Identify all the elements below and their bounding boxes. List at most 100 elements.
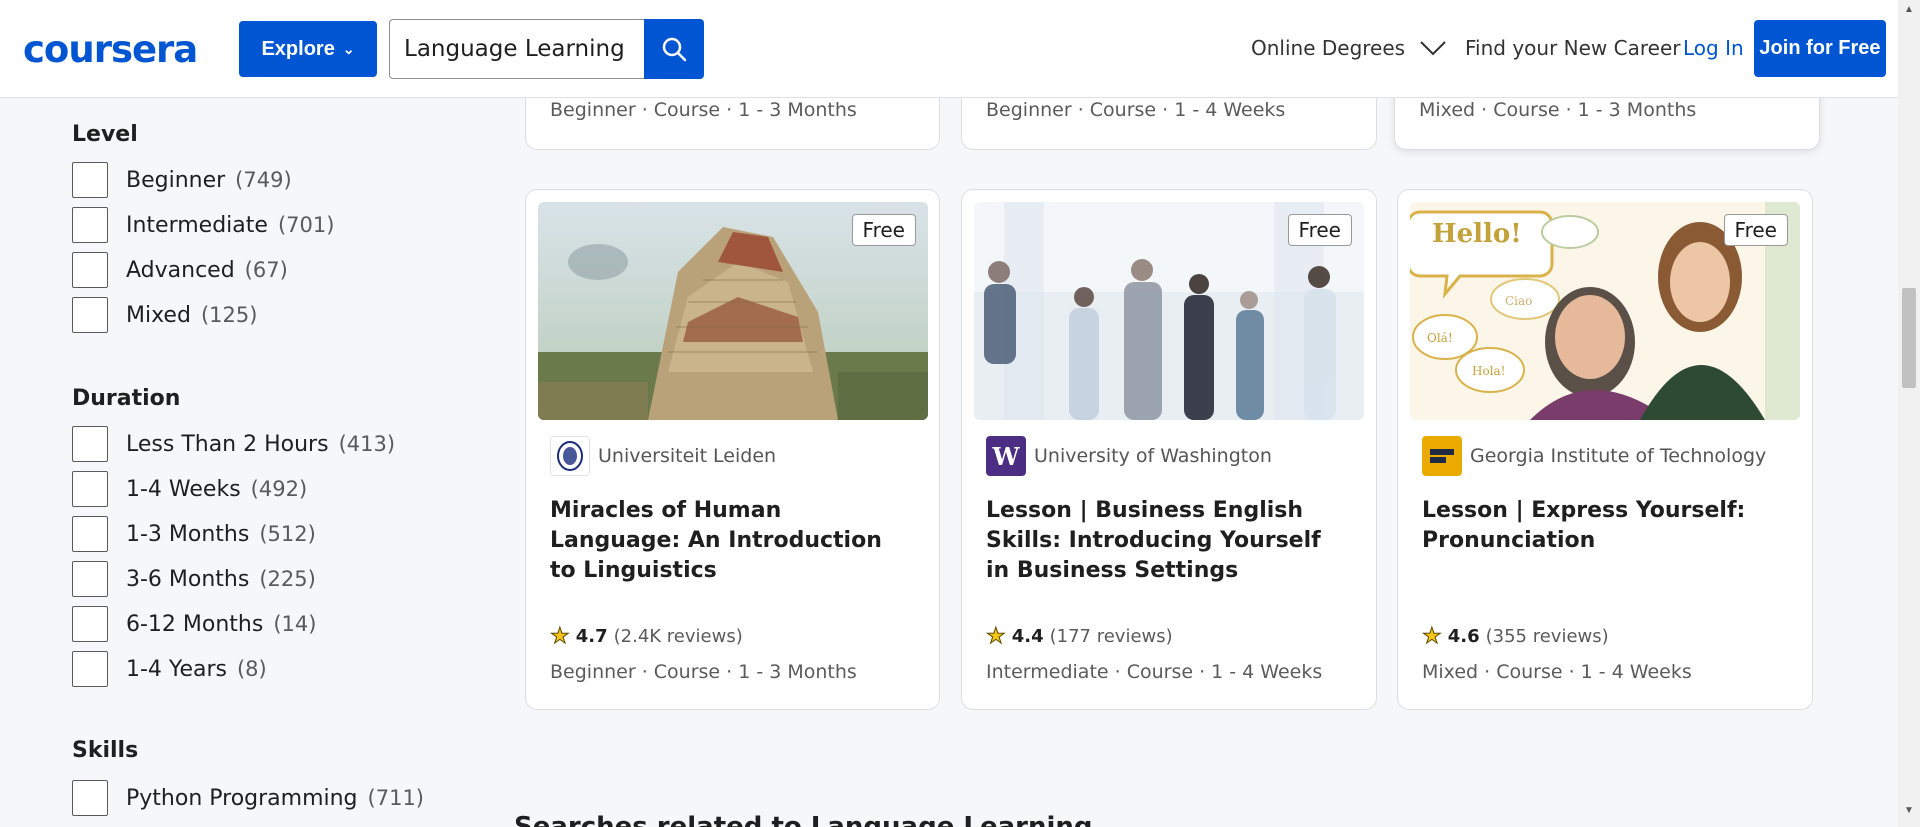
filter-label: Python Programming xyxy=(126,785,358,811)
filter-option[interactable]: Beginner (749) xyxy=(72,162,292,198)
filter-label: 1-3 Months xyxy=(126,521,250,547)
course-title[interactable]: Miracles of Human Language: An Introduct… xyxy=(550,496,900,586)
filter-count: (492) xyxy=(250,477,308,501)
star-icon: ★ xyxy=(550,624,571,650)
rating: ★ 4.7 (2.4K reviews) xyxy=(550,624,743,650)
review-count: (177 reviews) xyxy=(1049,626,1173,647)
filter-count: (413) xyxy=(338,432,396,456)
checkbox[interactable] xyxy=(72,252,108,288)
partner-info: Universiteit Leiden xyxy=(550,436,776,476)
login-link[interactable]: Log In xyxy=(1683,36,1744,60)
filter-option[interactable]: Less Than 2 Hours (413) xyxy=(72,426,395,462)
filter-option[interactable]: 1-3 Months (512) xyxy=(72,516,316,552)
join-button[interactable]: Join for Free xyxy=(1754,20,1886,77)
image-text-hello: Hello! xyxy=(1432,219,1522,249)
course-image: Free xyxy=(538,202,928,420)
review-count: (2.4K reviews) xyxy=(613,626,743,647)
online-degrees-label: Online Degrees xyxy=(1251,36,1406,60)
free-badge: Free xyxy=(1287,214,1352,246)
checkbox[interactable] xyxy=(72,297,108,333)
filter-count: (8) xyxy=(236,657,267,681)
filter-heading-skills: Skills xyxy=(72,738,139,763)
top-header: coursera Explore ⌄ Online Degrees Find y… xyxy=(0,0,1898,98)
chevron-down-icon: ⌄ xyxy=(342,40,355,57)
filter-heading-level: Level xyxy=(72,122,138,147)
card-meta: Mixed · Course · 1 - 4 Weeks xyxy=(1422,661,1692,683)
filter-label: Beginner xyxy=(126,167,226,193)
svg-text:W: W xyxy=(992,443,1021,469)
course-card[interactable]: Free W University of Washington Lesson |… xyxy=(961,189,1377,710)
card-meta: Beginner · Course · 1 - 3 Months xyxy=(550,99,857,121)
filter-label: Less Than 2 Hours xyxy=(126,431,329,457)
filter-count: (749) xyxy=(235,168,292,192)
scroll-up-arrow-icon[interactable]: ▲ xyxy=(1904,4,1914,15)
filter-count: (14) xyxy=(273,612,317,636)
filter-count: (711) xyxy=(367,786,424,810)
review-count: (355 reviews) xyxy=(1485,626,1609,647)
filter-label: Advanced xyxy=(126,257,235,283)
filter-heading-duration: Duration xyxy=(72,386,181,411)
filter-label: Intermediate xyxy=(126,212,268,238)
free-badge: Free xyxy=(1723,214,1788,246)
partner-name: Universiteit Leiden xyxy=(598,445,777,467)
checkbox[interactable] xyxy=(72,780,108,816)
rating-score: 4.4 xyxy=(1011,626,1044,647)
checkbox[interactable] xyxy=(72,426,108,462)
checkbox[interactable] xyxy=(72,651,108,687)
partner-info: W University of Washington xyxy=(986,436,1272,476)
filter-option[interactable]: Mixed (125) xyxy=(72,297,257,333)
chevron-down-icon xyxy=(1420,41,1446,56)
filter-option[interactable]: 6-12 Months (14) xyxy=(72,606,316,642)
online-degrees-menu[interactable]: Online Degrees xyxy=(1251,36,1447,60)
search-input[interactable] xyxy=(389,19,644,79)
coursera-logo[interactable]: coursera xyxy=(23,28,198,71)
filter-option[interactable]: Intermediate (701) xyxy=(72,207,334,243)
rating: ★ 4.4 (177 reviews) xyxy=(986,624,1173,650)
course-title[interactable]: Lesson | Business English Skills: Introd… xyxy=(986,496,1336,586)
checkbox[interactable] xyxy=(72,561,108,597)
checkbox[interactable] xyxy=(72,162,108,198)
checkbox[interactable] xyxy=(72,516,108,552)
filter-option[interactable]: Python Programming (711) xyxy=(72,780,424,816)
filter-label: 6-12 Months xyxy=(126,611,264,637)
course-title[interactable]: Lesson | Express Yourself: Pronunciation xyxy=(1422,496,1772,556)
checkbox[interactable] xyxy=(72,606,108,642)
related-searches-heading: Searches related to Language Learning xyxy=(514,812,1093,827)
course-image: Free xyxy=(974,202,1364,420)
image-text-ola: Olá! xyxy=(1427,331,1453,345)
search-icon xyxy=(662,37,687,62)
course-card[interactable]: Free Universiteit Leiden Miracles of Hum… xyxy=(525,189,940,710)
card-meta: Beginner · Course · 1 - 4 Weeks xyxy=(986,99,1286,121)
partner-info: Georgia Institute of Technology xyxy=(1422,436,1766,476)
explore-label: Explore xyxy=(261,37,335,60)
partner-logo xyxy=(550,436,590,476)
partner-name: Georgia Institute of Technology xyxy=(1470,445,1767,467)
card-meta: Intermediate · Course · 1 - 4 Weeks xyxy=(986,661,1323,683)
filter-count: (125) xyxy=(200,303,258,327)
filter-label: 1-4 Years xyxy=(126,656,227,682)
filter-option[interactable]: 1-4 Years (8) xyxy=(72,651,267,687)
star-icon: ★ xyxy=(986,624,1007,650)
page-scrollbar[interactable]: ▲ ▼ xyxy=(1898,0,1920,827)
partner-name: University of Washington xyxy=(1034,445,1272,467)
filter-option[interactable]: Advanced (67) xyxy=(72,252,288,288)
course-card[interactable]: Hello! Ciao Olá! Hola! Free Georgia Inst… xyxy=(1397,189,1813,710)
filter-option[interactable]: 1-4 Weeks (492) xyxy=(72,471,307,507)
rating-score: 4.7 xyxy=(575,626,608,647)
checkbox[interactable] xyxy=(72,471,108,507)
star-icon: ★ xyxy=(1422,624,1443,650)
scroll-down-arrow-icon[interactable]: ▼ xyxy=(1904,805,1914,816)
filter-count: (701) xyxy=(277,213,335,237)
filter-label: 3-6 Months xyxy=(126,566,250,592)
search-button[interactable] xyxy=(644,19,704,79)
filter-count: (225) xyxy=(259,567,316,591)
find-career-link[interactable]: Find your New Career xyxy=(1465,36,1680,60)
filter-option[interactable]: 3-6 Months (225) xyxy=(72,561,316,597)
filter-count: (512) xyxy=(259,522,316,546)
rating-score: 4.6 xyxy=(1447,626,1480,647)
scrollbar-thumb[interactable] xyxy=(1902,288,1916,388)
explore-button[interactable]: Explore ⌄ xyxy=(239,21,377,77)
filter-label: Mixed xyxy=(126,302,191,328)
course-image: Hello! Ciao Olá! Hola! Free xyxy=(1410,202,1800,420)
checkbox[interactable] xyxy=(72,207,108,243)
